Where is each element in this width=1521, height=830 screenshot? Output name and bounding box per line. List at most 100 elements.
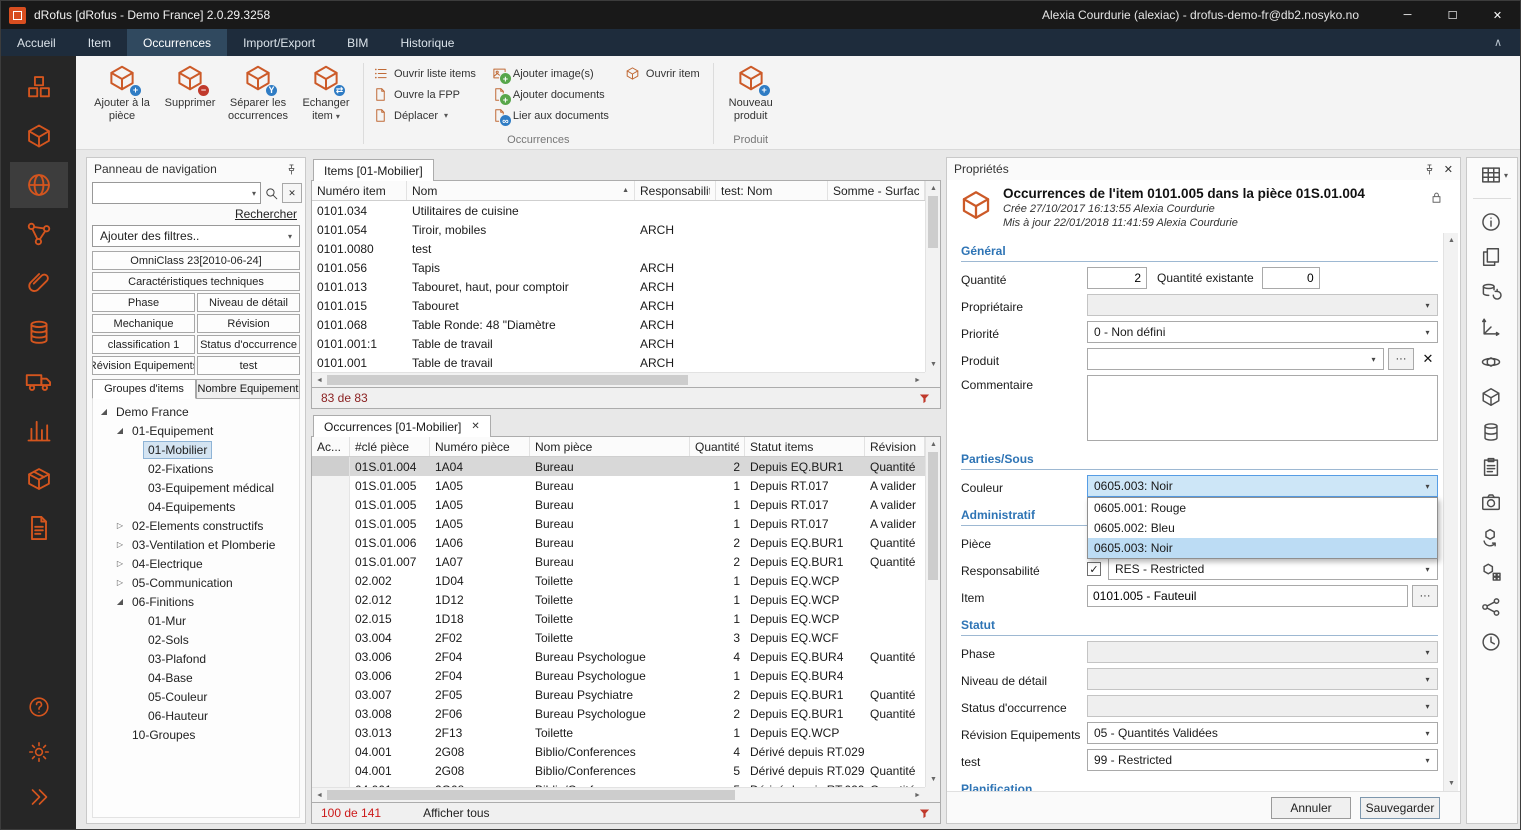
history-clock-icon[interactable]	[1480, 630, 1504, 654]
packages-module-icon[interactable]	[10, 456, 68, 502]
tree-item-05-couleur[interactable]: 05-Couleur	[93, 687, 299, 706]
expand-icon[interactable]: ▷	[113, 521, 127, 530]
tree-item-05-communication[interactable]: ▷05-Communication	[93, 573, 299, 592]
attachments-module-icon[interactable]	[10, 260, 68, 306]
axes-3d-icon[interactable]	[1480, 315, 1504, 339]
tree-item-04-equipements[interactable]: 04-Equipements	[93, 497, 299, 516]
scroll-up-icon[interactable]: ▲	[926, 437, 941, 452]
product-select[interactable]: ▾	[1087, 348, 1384, 370]
ribbon-supprimer-button[interactable]: −Supprimer	[156, 58, 224, 110]
table-row[interactable]: 04.0012G08Biblio/Conferences5Dérivé depu…	[312, 761, 925, 780]
items-module-icon[interactable]	[10, 64, 68, 110]
systems-module-icon[interactable]	[10, 211, 68, 257]
search-icon[interactable]	[264, 186, 279, 201]
save-button[interactable]: Sauvegarder	[1360, 797, 1440, 819]
tree-item-01-equipement[interactable]: ◢01-Equipement	[93, 421, 299, 440]
settings-gear-icon[interactable]	[10, 731, 68, 773]
scroll-down-icon[interactable]: ▼	[926, 772, 941, 787]
cancel-button[interactable]: Annuler	[1271, 797, 1351, 819]
expand-rail-icon[interactable]	[10, 776, 68, 818]
layout-grid-icon[interactable]: ▾	[1480, 163, 1504, 187]
properties-scrollbar[interactable]: ▲ ▼	[1443, 233, 1458, 791]
database-icon[interactable]	[1480, 420, 1504, 444]
column-header-ac[interactable]: Ac...	[312, 437, 350, 456]
table-row[interactable]: 01S.01.0041A04Bureau2Depuis EQ.BUR1Quant…	[312, 457, 925, 476]
ribbon-nouveau-produit-button[interactable]: +Nouveau produit	[717, 58, 785, 123]
table-row[interactable]: 03.0042F02Toilette3Depuis EQ.WCF	[312, 628, 925, 647]
menu-accueil[interactable]: Accueil	[1, 29, 72, 56]
lock-icon[interactable]	[1429, 190, 1444, 205]
camera-icon[interactable]	[1480, 490, 1504, 514]
collapse-ribbon-icon[interactable]: ∧	[1476, 29, 1520, 56]
ribbon-lier-aux-documents-button[interactable]: ∞Lier aux documents	[492, 108, 609, 123]
table-row[interactable]: 02.0121D12Toilette1Depuis EQ.WCP	[312, 590, 925, 609]
nav-tab-groupes-d-items[interactable]: Groupes d'items	[92, 379, 196, 399]
tree-item-03-ventilation-et-plomberie[interactable]: ▷03-Ventilation et Plomberie	[93, 535, 299, 554]
ribbon-s-parer-les-occurrences-button[interactable]: YSéparer les occurrences	[224, 58, 292, 123]
search-input[interactable]: ▾	[92, 182, 261, 204]
filter-button-r-vision[interactable]: Révision	[197, 314, 300, 333]
products-module-icon[interactable]	[10, 113, 68, 159]
table-row[interactable]: 0101.015TabouretARCH	[312, 296, 925, 315]
table-row[interactable]: 0101.001Table de travailARCH	[312, 353, 925, 372]
table-row[interactable]: 01S.01.0051A05Bureau1Depuis RT.017A vali…	[312, 495, 925, 514]
cube-grid-icon[interactable]	[1480, 560, 1504, 584]
menu-import-export[interactable]: Import/Export	[227, 29, 331, 56]
tree-item-demo-france[interactable]: ◢Demo France	[93, 402, 299, 421]
column-header-num-ro-item[interactable]: Numéro item	[312, 181, 407, 200]
copy-pages-icon[interactable]	[1480, 245, 1504, 269]
table-row[interactable]: 03.0062F04Bureau Psychologue4Depuis EQ.B…	[312, 647, 925, 666]
owner-select[interactable]: ▾	[1087, 294, 1438, 316]
cube-refresh-icon[interactable]	[1480, 525, 1504, 549]
table-row[interactable]: 0101.054Tiroir, mobilesARCH	[312, 220, 925, 239]
close-button[interactable]: ✕	[1475, 1, 1520, 29]
finance-module-icon[interactable]	[10, 309, 68, 355]
filter-button-test[interactable]: test	[197, 356, 300, 375]
info-icon[interactable]	[1480, 210, 1504, 234]
comment-textarea[interactable]	[1087, 375, 1438, 441]
column-header-quantit[interactable]: Quantité	[690, 437, 745, 456]
responsibility-checkbox[interactable]: ✓	[1087, 562, 1101, 576]
table-row[interactable]: 0101.068Table Ronde: 48 "DiamètreARCH	[312, 315, 925, 334]
priority-select[interactable]: 0 - Non défini▾	[1087, 321, 1438, 343]
column-header-cl-pi-ce[interactable]: #clé pièce	[350, 437, 430, 456]
scroll-down-icon[interactable]: ▼	[926, 357, 941, 372]
share-nodes-icon[interactable]	[1480, 595, 1504, 619]
ribbon-echanger-item-button[interactable]: ⇄Echanger item ▾	[292, 58, 360, 123]
responsibility-select[interactable]: RES - Restricted▾	[1108, 558, 1438, 580]
column-header-somme-surfac[interactable]: Somme - Surfac	[828, 181, 925, 200]
filter-button-mechanique[interactable]: Mechanique	[92, 314, 195, 333]
ribbon-ouvrir-liste-items-button[interactable]: Ouvrir liste items	[373, 66, 476, 81]
scroll-right-icon[interactable]: ►	[910, 788, 925, 803]
quantity-input[interactable]	[1087, 267, 1147, 289]
tree-item-06-hauteur[interactable]: 06-Hauteur	[93, 706, 299, 725]
clipboard-icon[interactable]	[1480, 455, 1504, 479]
tab-items[interactable]: Items [01-Mobilier]	[313, 159, 434, 181]
scroll-up-icon[interactable]: ▲	[1444, 233, 1459, 248]
table-row[interactable]: 02.0151D18Toilette1Depuis EQ.WCP	[312, 609, 925, 628]
search-field[interactable]	[97, 186, 252, 200]
filter-indicator-icon[interactable]	[918, 392, 931, 405]
clear-search-button[interactable]: ✕	[282, 183, 302, 203]
table-row[interactable]: 04.0012G08Biblio/Conferences4Dérivé depu…	[312, 742, 925, 761]
table-row[interactable]: 01S.01.0051A05Bureau1Depuis RT.017A vali…	[312, 476, 925, 495]
scroll-left-icon[interactable]: ◄	[312, 373, 327, 388]
show-all-link[interactable]: Afficher tous	[423, 806, 489, 820]
table-row[interactable]: 02.0021D04Toilette1Depuis EQ.WCP	[312, 571, 925, 590]
table-row[interactable]: 0101.013Tabouret, haut, pour comptoirARC…	[312, 277, 925, 296]
tree-item-03-plafond[interactable]: 03-Plafond	[93, 649, 299, 668]
column-header-responsabilit[interactable]: Responsabilité	[635, 181, 716, 200]
rooms-module-icon[interactable]	[10, 162, 68, 208]
occurrences-horizontal-scrollbar[interactable]: ◄ ►	[312, 787, 925, 802]
table-row[interactable]: 03.0132F13Toilette1Depuis EQ.WCP	[312, 723, 925, 742]
menu-occurrences[interactable]: Occurrences	[127, 29, 227, 56]
column-header-test-nom[interactable]: test: Nom	[716, 181, 828, 200]
items-vertical-scrollbar[interactable]: ▲ ▼	[925, 181, 940, 372]
filter-indicator-icon[interactable]	[918, 807, 931, 820]
item-input[interactable]	[1087, 585, 1408, 607]
dropdown-option-0605-002-bleu[interactable]: 0605.002: Bleu	[1088, 518, 1437, 538]
table-row[interactable]: 03.0062F04Bureau Psychologue1Depuis EQ.B…	[312, 666, 925, 685]
pin-icon[interactable]	[1423, 163, 1436, 176]
column-header-nom-pi-ce[interactable]: Nom pièce	[530, 437, 690, 456]
tab-occurrences[interactable]: Occurrences [01-Mobilier] ✕	[313, 415, 491, 437]
